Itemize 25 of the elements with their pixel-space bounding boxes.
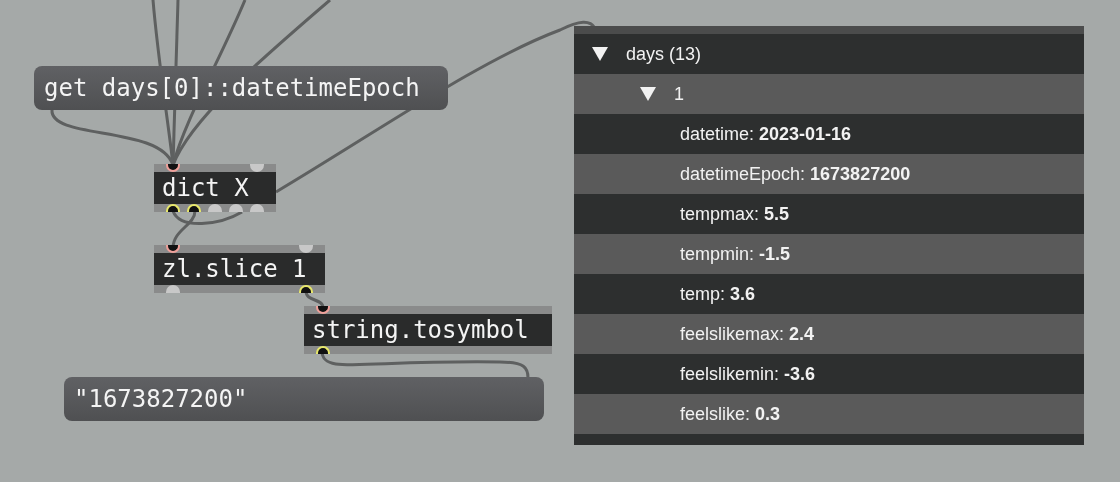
inlet-icon[interactable] xyxy=(166,245,180,253)
message-box[interactable]: "1673827200" xyxy=(64,377,544,421)
key-value-text: tempmin: -1.5 xyxy=(680,243,791,265)
object-box[interactable]: zl.slice 1 xyxy=(154,245,325,293)
key-value-text: feelslike: 0.3 xyxy=(680,403,781,425)
object-box[interactable]: string.tosymbol xyxy=(304,306,552,354)
triangle-down-icon[interactable] xyxy=(592,47,608,61)
inlet-icon[interactable] xyxy=(316,306,330,314)
inlet-icon[interactable] xyxy=(166,164,180,172)
outlet-icon[interactable] xyxy=(316,346,330,354)
key-value-text: datetime: 2023-01-16 xyxy=(680,123,852,145)
key-value-text: feelslikemax: 2.4 xyxy=(680,323,815,345)
outlet-icon[interactable] xyxy=(187,204,201,212)
object-box[interactable]: dict X xyxy=(154,164,276,212)
key-value-text: temp: 3.6 xyxy=(680,283,756,305)
key-value-text: tempmax: 5.5 xyxy=(680,203,790,225)
patch-cord xyxy=(304,290,325,309)
outlet-icon[interactable] xyxy=(166,204,180,212)
message-box[interactable]: get days[0]::datetimeEpoch xyxy=(34,66,448,110)
key-value-text: datetimeEpoch: 1673827200 xyxy=(680,163,911,185)
outlet-icon[interactable] xyxy=(299,285,313,293)
tree-node-label[interactable]: 1 xyxy=(674,83,684,105)
tree-node-label[interactable]: days (13) xyxy=(626,43,702,65)
key-value-text: feelslikemin: -3.6 xyxy=(680,363,816,385)
triangle-down-icon[interactable] xyxy=(640,87,656,101)
